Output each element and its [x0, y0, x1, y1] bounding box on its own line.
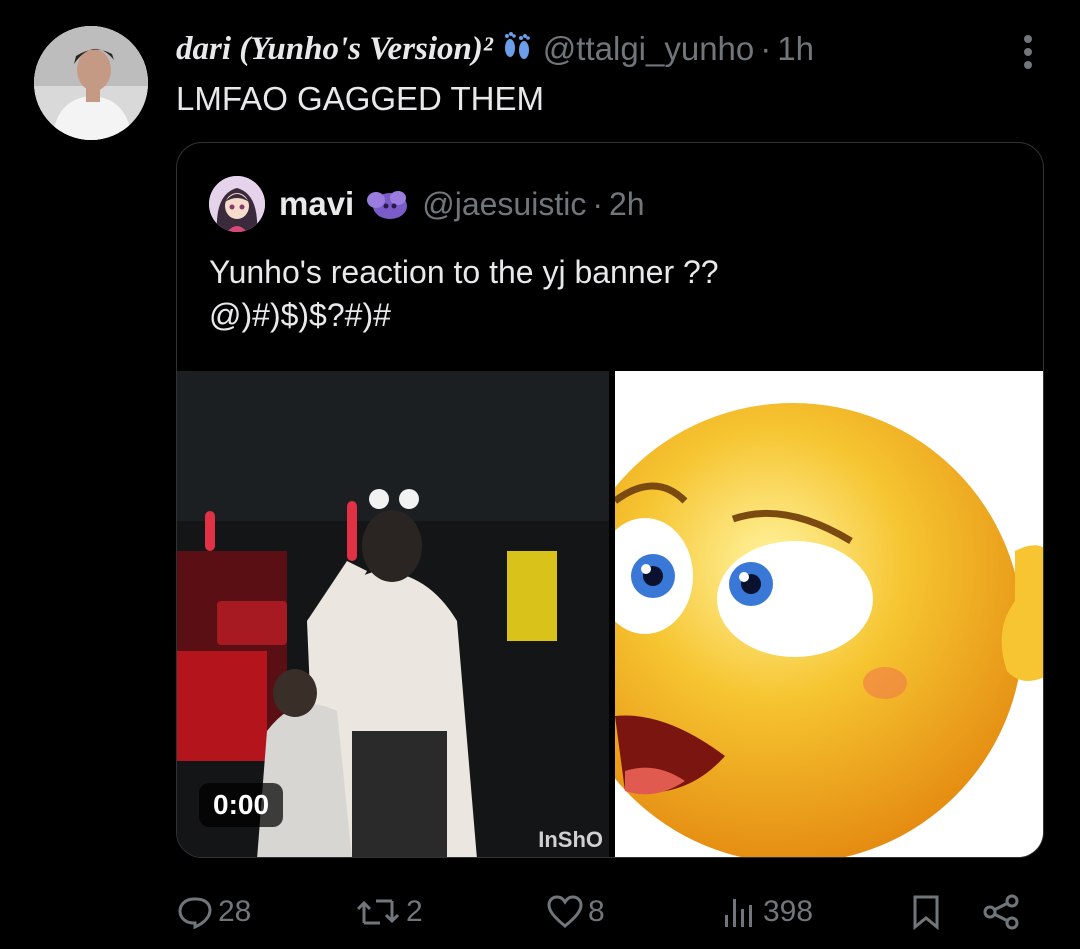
reply-icon: [178, 897, 212, 929]
quoted-tweet[interactable]: mavi @jaesuistic · 2h Yunho's reaction t…: [176, 142, 1044, 858]
quoted-author-avatar[interactable]: [209, 176, 265, 232]
separator-dot: ·: [592, 185, 603, 222]
more-options-icon[interactable]: [1022, 34, 1034, 70]
tweet-text: LMFAO GAGGED THEM: [176, 80, 544, 117]
share-button[interactable]: [982, 888, 1024, 936]
bookmark-button[interactable]: [910, 888, 946, 936]
tweet-header: dari (Yunho's Version)² @ttalgi_yunho · …: [176, 24, 1000, 74]
media-grid: 0:00 InShO: [177, 371, 1043, 857]
tweet-actions-bar: 28 2 8 398: [176, 888, 1040, 936]
footprints-icon: [501, 28, 533, 70]
views-button[interactable]: 398: [721, 888, 813, 936]
repost-icon: [356, 899, 400, 925]
repost-button[interactable]: 2: [354, 888, 423, 936]
quoted-tweet-timestamp[interactable]: 2h: [609, 186, 645, 223]
separator-dot: ·: [760, 30, 772, 67]
author-display-name[interactable]: dari (Yunho's Version)²: [176, 31, 493, 68]
video-watermark: InShO: [538, 827, 603, 852]
tweet-timestamp[interactable]: 1h: [777, 30, 814, 68]
quoted-tweet-header: mavi @jaesuistic · 2h: [209, 175, 645, 233]
like-button[interactable]: 8: [546, 888, 605, 936]
quoted-text-line: @)#)$)$?#)#: [209, 297, 391, 333]
author-handle[interactable]: @ttalgi_yunho: [543, 30, 754, 68]
share-icon: [983, 894, 1019, 930]
quoted-author-handle[interactable]: @jaesuistic: [422, 186, 586, 223]
views-chart-icon: [725, 899, 752, 927]
emoji-image[interactable]: [615, 371, 1043, 857]
heart-icon: [547, 895, 583, 928]
quoted-author-display-name[interactable]: mavi: [279, 185, 354, 223]
quoted-text-line: Yunho's reaction to the yj banner ??: [209, 254, 719, 290]
view-count: 398: [763, 895, 814, 928]
video-thumbnail[interactable]: 0:00 InShO: [177, 371, 609, 857]
author-avatar[interactable]: [34, 26, 148, 140]
like-count: 8: [588, 895, 605, 928]
bookmark-icon: [913, 895, 939, 930]
repost-count: 2: [406, 895, 423, 928]
quoted-tweet-text: Yunho's reaction to the yj banner ?? @)#…: [209, 251, 1009, 337]
purple-blob-icon: [367, 191, 408, 219]
video-duration-badge: 0:00: [199, 783, 284, 827]
reply-count: 28: [218, 895, 252, 928]
reply-button[interactable]: 28: [176, 888, 251, 936]
